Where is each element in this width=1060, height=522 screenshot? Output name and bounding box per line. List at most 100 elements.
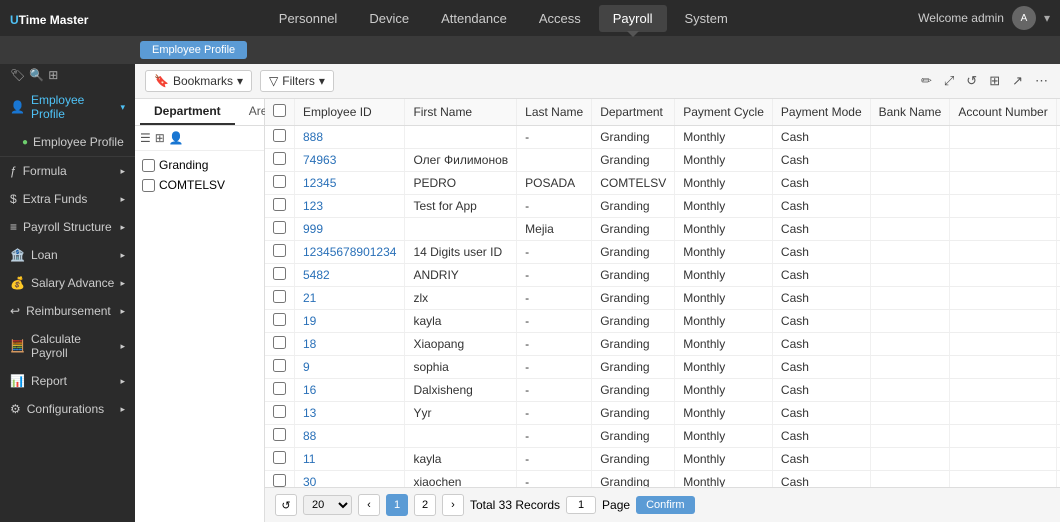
row-employee-id-0[interactable]: 888 — [295, 126, 405, 149]
row-checkbox-12 — [265, 402, 295, 425]
person-icon: 👤 — [10, 100, 25, 114]
select-all-checkbox[interactable] — [273, 104, 286, 117]
sidebar-item-report[interactable]: 📊 Report ▸ — [0, 367, 135, 395]
row-check-14[interactable] — [273, 451, 286, 464]
row-check-11[interactable] — [273, 382, 286, 395]
row-payment-mode-0: Cash — [772, 126, 870, 149]
row-employee-id-4[interactable]: 999 — [295, 218, 405, 241]
nav-attendance[interactable]: Attendance — [427, 5, 521, 32]
row-check-3[interactable] — [273, 198, 286, 211]
row-check-10[interactable] — [273, 359, 286, 372]
dept-item-comtelsv[interactable]: COMTELSV — [139, 175, 260, 195]
row-check-15[interactable] — [273, 474, 286, 487]
expand-icon[interactable]: ⤢ — [942, 71, 956, 91]
sidebar-item-formula[interactable]: ƒ Formula ▸ — [0, 157, 135, 185]
row-employee-id-14[interactable]: 11 — [295, 448, 405, 471]
sidebar-sub-item-employee-profile[interactable]: ● Employee Profile — [22, 132, 125, 152]
search-icon[interactable]: 🔍 — [29, 68, 44, 82]
row-check-2[interactable] — [273, 175, 286, 188]
row-payment-mode-1: Cash — [772, 149, 870, 172]
share-icon[interactable]: ↗ — [1010, 71, 1025, 91]
row-employee-id-11[interactable]: 16 — [295, 379, 405, 402]
row-employee-id-2[interactable]: 12345 — [295, 172, 405, 195]
row-employee-id-7[interactable]: 21 — [295, 287, 405, 310]
dept-checkbox-comtelsv[interactable] — [142, 179, 155, 192]
table-row: 9 sophia - Granding Monthly Cash ✎ — [265, 356, 1060, 379]
sidebar-item-loan[interactable]: 🏦 Loan ▸ — [0, 241, 135, 269]
sub-tab-employee-profile[interactable]: Employee Profile — [140, 41, 247, 59]
sidebar-item-salary-advance[interactable]: 💰 Salary Advance ▸ — [0, 269, 135, 297]
refresh-page-btn[interactable]: ↺ — [275, 494, 297, 516]
sidebar-item-calculate-payroll[interactable]: 🧮 Calculate Payroll ▸ — [0, 325, 135, 367]
row-employee-id-6[interactable]: 5482 — [295, 264, 405, 287]
row-checkbox-7 — [265, 287, 295, 310]
nav-access[interactable]: Access — [525, 5, 595, 32]
row-employee-id-13[interactable]: 88 — [295, 425, 405, 448]
row-first-name-0 — [405, 126, 517, 149]
more-icon[interactable]: ⋯ — [1033, 71, 1050, 91]
row-department-1: Granding — [592, 149, 675, 172]
row-department-0: Granding — [592, 126, 675, 149]
confirm-btn[interactable]: Confirm — [636, 496, 695, 514]
row-employee-id-9[interactable]: 18 — [295, 333, 405, 356]
row-check-1[interactable] — [273, 152, 286, 165]
structure-icon: ≡ — [10, 220, 17, 234]
avatar-chevron[interactable]: ▾ — [1044, 11, 1050, 25]
columns-icon[interactable]: ⊞ — [987, 71, 1002, 91]
row-employee-id-12[interactable]: 13 — [295, 402, 405, 425]
row-employee-id-8[interactable]: 19 — [295, 310, 405, 333]
nav-payroll[interactable]: Payroll — [599, 5, 667, 32]
row-check-9[interactable] — [273, 336, 286, 349]
bookmarks-chevron: ▾ — [237, 74, 243, 88]
tree-icon-1[interactable]: ☰ — [140, 131, 151, 145]
sidebar-toolbar: 🏷 🔍 ⊞ — [0, 64, 135, 86]
next-page-btn[interactable]: › — [442, 494, 464, 516]
row-check-4[interactable] — [273, 221, 286, 234]
sidebar-item-configurations[interactable]: ⚙ Configurations ▸ — [0, 395, 135, 423]
avatar[interactable]: A — [1012, 6, 1036, 30]
filters-button[interactable]: ▽ Filters ▾ — [260, 70, 334, 92]
edit-icon[interactable]: ✏ — [919, 71, 934, 91]
dept-item-granding[interactable]: Granding — [139, 155, 260, 175]
row-check-12[interactable] — [273, 405, 286, 418]
grid-icon[interactable]: ⊞ — [48, 68, 58, 82]
sidebar-item-extra-funds[interactable]: $ Extra Funds ▸ — [0, 185, 135, 213]
refresh-icon[interactable]: ↺ — [964, 71, 979, 91]
row-check-13[interactable] — [273, 428, 286, 441]
row-checkbox-3 — [265, 195, 295, 218]
page-2-btn[interactable]: 2 — [414, 494, 436, 516]
row-check-0[interactable] — [273, 129, 286, 142]
page-input[interactable] — [566, 496, 596, 514]
row-employee-id-1[interactable]: 74963 — [295, 149, 405, 172]
row-payment-mode-13: Cash — [772, 425, 870, 448]
row-employee-id-10[interactable]: 9 — [295, 356, 405, 379]
page-size-select[interactable]: 20 50 100 — [303, 495, 352, 515]
bookmarks-button[interactable]: 🔖 Bookmarks ▾ — [145, 70, 252, 92]
tree-icon-2[interactable]: ⊞ — [155, 131, 165, 145]
prev-page-btn[interactable]: ‹ — [358, 494, 380, 516]
row-bank-name-0 — [870, 126, 950, 149]
dept-checkbox-granding[interactable] — [142, 159, 155, 172]
nav-device[interactable]: Device — [355, 5, 423, 32]
nav-system[interactable]: System — [671, 5, 742, 32]
row-payment-cycle-6: Monthly — [675, 264, 773, 287]
row-check-7[interactable] — [273, 290, 286, 303]
row-check-5[interactable] — [273, 244, 286, 257]
row-checkbox-0 — [265, 126, 295, 149]
header-department: Department — [592, 99, 675, 126]
row-check-6[interactable] — [273, 267, 286, 280]
row-check-8[interactable] — [273, 313, 286, 326]
tree-icon-3[interactable]: 👤 — [169, 131, 184, 145]
sidebar-item-employee-profile[interactable]: 👤 Employee Profile ▾ — [0, 86, 135, 128]
sidebar-item-reimbursement[interactable]: ↩ Reimbursement ▸ — [0, 297, 135, 325]
nav-personnel[interactable]: Personnel — [265, 5, 352, 32]
tab-department[interactable]: Department — [140, 99, 235, 125]
table-header-row: Employee ID First Name Last Name Departm… — [265, 99, 1060, 126]
row-employee-id-15[interactable]: 30 — [295, 471, 405, 488]
tag-icon[interactable]: 🏷 — [10, 68, 25, 82]
page-1-btn[interactable]: 1 — [386, 494, 408, 516]
row-department-11: Granding — [592, 379, 675, 402]
sidebar-item-payroll-structure[interactable]: ≡ Payroll Structure ▸ — [0, 213, 135, 241]
row-employee-id-5[interactable]: 12345678901234 — [295, 241, 405, 264]
row-employee-id-3[interactable]: 123 — [295, 195, 405, 218]
